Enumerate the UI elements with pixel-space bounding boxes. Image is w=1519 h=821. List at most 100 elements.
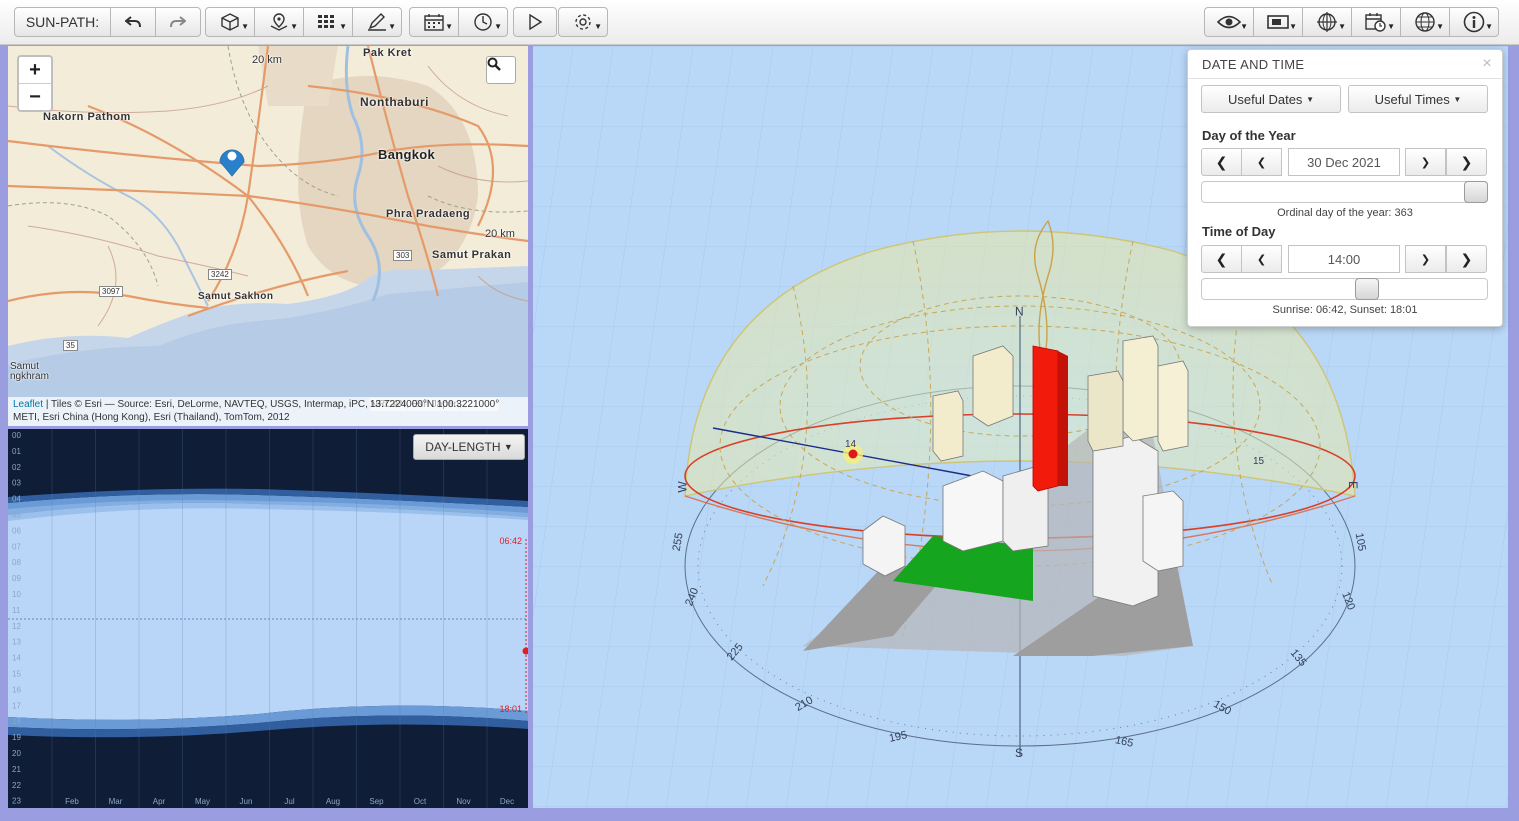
hour-label: 01 [12,447,21,456]
zoom-out-button[interactable]: − [19,84,51,110]
model-button[interactable]: ▼ [205,7,255,37]
attribution-text-2: METI, Esri China (Hong Kong), Esri (Thai… [13,412,290,423]
view-button[interactable]: ▼ [1204,7,1254,37]
day-length-chart: 00 01 02 03 04 05 06 07 08 09 10 11 12 13 14 15 16 17 18 19… [8,429,528,808]
hour-label: 04 [12,495,21,504]
gear-icon [575,14,591,30]
chevron-right-icon: ❯ [1420,156,1431,169]
compass-south-label: S [1015,746,1024,760]
useful-times-button[interactable]: Useful Times ▼ [1348,85,1488,113]
sunset-marker-label: 18:01 [499,704,522,714]
double-chevron-right-icon: ❯ [1460,250,1473,267]
date-button[interactable]: ▼ [409,7,459,37]
prev-hour-button[interactable]: ❮ [1201,245,1242,273]
road-shield-303: 303 [393,250,413,261]
time-slider-thumb[interactable] [1355,278,1379,300]
month-label: Sep [369,797,384,806]
search-icon [487,57,501,71]
ordinal-day-text: Ordinal day of the year: 363 [1277,207,1413,219]
map-attribution: Leaflet | Tiles © Esri — Source: Esri, D… [8,397,528,426]
close-icon[interactable]: × [1482,55,1492,73]
date-time-panel: DATE AND TIME × Useful Dates ▼ Useful Ti… [1187,49,1503,327]
day-length-plot: 00 01 02 03 04 05 06 07 08 09 10 11 12 13 14 15 16 17 18 19… [8,429,528,808]
undo-icon [125,16,141,28]
hour-label: 16 [12,685,21,694]
location-button[interactable]: ▼ [254,7,304,37]
month-label: Mar [109,797,123,806]
eye-icon [1217,15,1241,29]
prev-minute-button[interactable]: ❮ [1241,245,1282,273]
day-of-year-heading: Day of the Year [1202,128,1296,143]
projection-button[interactable]: ▼ [1302,7,1352,37]
sun-hour-label: 15 [1253,456,1265,467]
hour-label: 17 [12,701,21,710]
month-label: Nov [456,797,470,806]
date-input[interactable]: 30 Dec 2021 [1288,148,1400,176]
next-month-button[interactable]: ❯ [1446,148,1487,176]
next-hour-button[interactable]: ❯ [1446,245,1487,273]
map-tiles [8,46,528,426]
next-day-button[interactable]: ❯ [1405,148,1446,176]
day-slider-thumb[interactable] [1464,181,1488,203]
zoom-in-button[interactable]: + [19,57,51,84]
hour-label: 11 [12,606,21,615]
time-button[interactable]: ▼ [458,7,508,37]
compass-north-label: N [1015,304,1024,318]
play-button[interactable] [513,7,557,37]
globe-button[interactable]: ▼ [1400,7,1450,37]
prev-month-button[interactable]: ❮ [1201,148,1242,176]
sunrise-sunset-text: Sunrise: 06:42, Sunset: 18:01 [1272,304,1418,316]
month-label: Oct [414,797,427,806]
sun-marker[interactable] [848,449,858,459]
hour-label: 18 [12,717,21,726]
day-slider[interactable] [1201,181,1488,203]
chevron-left-icon: ❮ [1256,253,1267,266]
hour-label: 10 [12,590,21,599]
time-slider[interactable] [1201,278,1488,300]
time-input[interactable]: 14:00 [1288,245,1400,273]
undo-button[interactable] [110,7,156,37]
day-length-dropdown[interactable]: DAY-LENGTH ▼ [413,434,525,460]
map-label-samut-songkhram: Samut ngkhram [10,361,49,382]
sun-path-label: SUN-PATH: [14,7,111,37]
map-marker-icon [270,13,288,31]
play-icon [529,14,542,30]
date-time-button[interactable]: ▼ [1351,7,1401,37]
compass-west-label: W [675,481,690,493]
settings-button[interactable]: ▼ [558,7,608,37]
grid-icon [318,15,334,28]
info-button[interactable]: ▼ [1449,7,1499,37]
double-chevron-left-icon: ❮ [1215,250,1228,267]
location-map[interactable]: + − Pak Kret 20 km Nonthaburi Nakorn Pat… [8,46,528,426]
hour-label: 02 [12,463,21,472]
info-icon [1463,11,1485,33]
panel-title: DATE AND TIME [1202,56,1305,72]
useful-times-label: Useful Times [1374,91,1450,107]
grid-button[interactable]: ▼ [303,7,353,37]
hour-label: 06 [12,526,21,535]
month-label: Jun [240,797,253,806]
redo-button[interactable] [155,7,201,37]
double-chevron-left-icon: ❮ [1215,153,1228,170]
display-button[interactable]: ▼ [1253,7,1303,37]
hour-label: 13 [12,638,21,647]
month-label: Feb [65,797,79,806]
next-minute-button[interactable]: ❯ [1405,245,1446,273]
hour-label: 09 [12,574,21,583]
map-search-button[interactable] [486,56,516,84]
selected-building[interactable] [1032,345,1059,492]
hour-label: 20 [12,749,21,758]
prev-day-button[interactable]: ❮ [1241,148,1282,176]
display-icon [1267,15,1289,29]
leaflet-link[interactable]: Leaflet [13,399,43,410]
draw-button[interactable]: ▼ [352,7,402,37]
hour-label: 14 [12,654,21,663]
hour-label: 08 [12,558,21,567]
chevron-left-icon: ❮ [1256,156,1267,169]
calendar-icon [424,14,444,31]
useful-dates-button[interactable]: Useful Dates ▼ [1201,85,1341,113]
useful-dates-label: Useful Dates [1228,91,1303,107]
hour-label: 05 [12,511,21,520]
day-length-label: DAY-LENGTH [425,440,501,454]
map-label-bangkok: Bangkok [378,147,436,162]
